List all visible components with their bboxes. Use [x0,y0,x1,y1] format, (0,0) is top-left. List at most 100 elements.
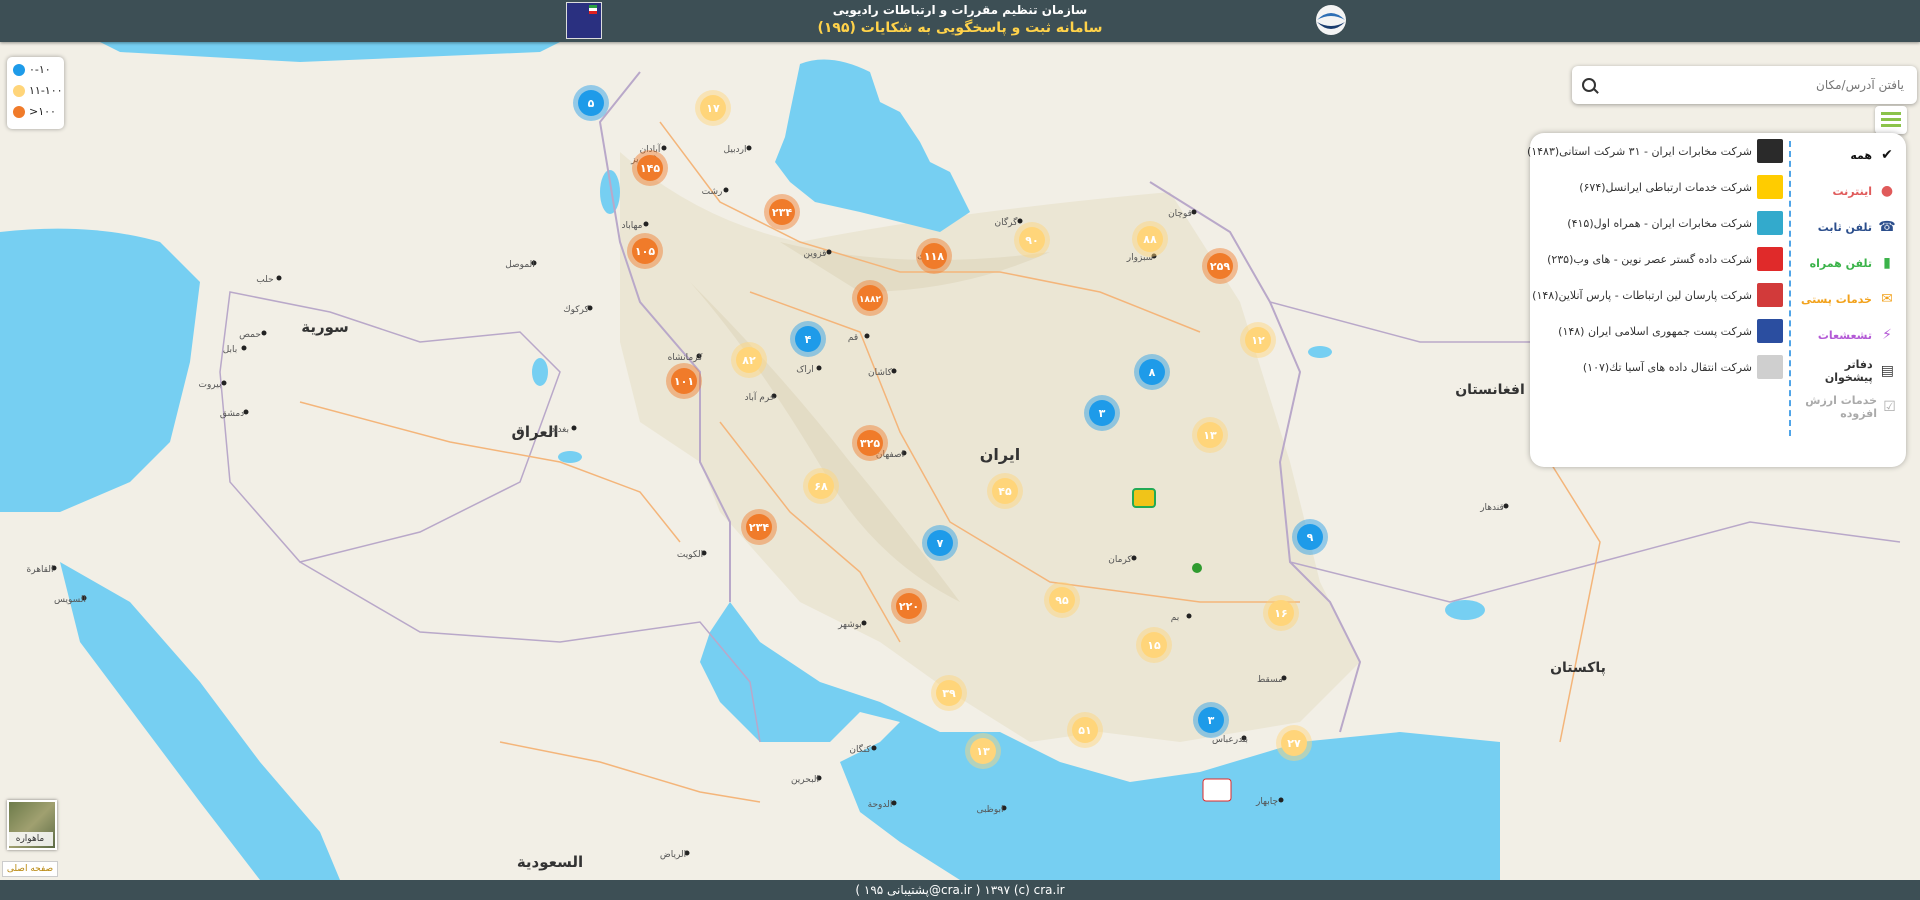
city-dot [1131,555,1137,561]
cluster-marker[interactable]: ۹۰ [1014,222,1050,258]
category-label: تلفن همراه [1809,256,1872,270]
category-label: تشعشعات [1817,328,1872,342]
cluster-marker[interactable]: ۱۳ [965,733,1001,769]
operator-item[interactable]: شرکت مخابرات ایران - همراه اول(۴۱۵) [1535,209,1783,237]
cluster-marker[interactable]: ۱۸۸۲ [852,280,888,316]
operator-item[interactable]: شرکت داده گستر عصر نوین - های وب(۲۳۵) [1535,245,1783,273]
cluster-count: ۷ [937,537,944,550]
cluster-marker[interactable]: ۲۷ [1276,725,1312,761]
cluster-marker[interactable]: ۴۵ [987,473,1023,509]
bolt-icon: ⚡ [1882,327,1892,343]
operator-item[interactable]: شرکت مخابرات ایران - ۳۱ شرکت استانی(۱۴۸۳… [1527,137,1783,165]
cluster-marker[interactable]: ۱۶ [1263,595,1299,631]
operator-item[interactable]: شرکت پست جمهوری اسلامی ایران (۱۴۸) [1535,317,1783,345]
operator-logo [1757,139,1783,163]
cluster-marker[interactable]: ۵ [573,85,609,121]
legend-dot-mid [13,85,25,97]
cluster-marker[interactable]: ۳۹ [931,675,967,711]
city-label: السويس [54,595,86,605]
category-phone[interactable]: ☎ تلفن ثابت [1796,213,1896,241]
cluster-marker[interactable]: ۱۱۸ [916,238,952,274]
city-dot [891,368,897,374]
city-dot [643,221,649,227]
category-id-card[interactable]: ▤ دفاتر پیشخوان [1796,357,1896,385]
hiweb-poi-icon[interactable] [1202,778,1232,802]
operator-item[interactable]: شرکت پارسان لین ارتباطات - پارس آنلاین(۱… [1532,281,1783,309]
cluster-marker[interactable]: ۲۳۴ [741,509,777,545]
city-dot [746,145,752,151]
cluster-count: ۲۵۹ [1210,260,1230,273]
cluster-count: ۱۴۵ [640,162,660,175]
cluster-marker[interactable]: ۸۸ [1132,221,1168,257]
header-bar: سازمان تنظیم مقررات و ارتباطات رادیویی س… [0,0,1920,42]
city-label: بابل [223,345,238,355]
irancell-poi-icon[interactable] [1132,488,1156,508]
operator-logo [1757,283,1783,307]
category-bolt[interactable]: ⚡ تشعشعات [1796,321,1896,349]
city-dot [571,425,577,431]
search-icon[interactable] [1582,78,1596,92]
cluster-marker[interactable]: ۱۵ [1136,627,1172,663]
cluster-marker[interactable]: ۲۲۰ [891,588,927,624]
system-title: سامانه ثبت و پاسخگویی به شکایات (۱۹۵) [817,20,1103,36]
cluster-marker[interactable]: ۱۲ [1240,322,1276,358]
city-dot [816,365,822,371]
legend-label: ۱۱-۱۰۰ [29,84,63,97]
cluster-marker[interactable]: ۳۲۵ [852,425,888,461]
cluster-marker[interactable]: ۳ [1193,702,1229,738]
city-dot [864,333,870,339]
cluster-count: ۱۰۱ [674,375,694,388]
category-label: همه [1850,148,1872,162]
category-check[interactable]: ✔ همه [1796,141,1896,169]
category-label: تلفن ثابت [1817,220,1872,234]
cluster-marker[interactable]: ۱۰۱ [666,363,702,399]
category-envelope[interactable]: ✉ خدمات پستی [1796,285,1896,313]
city-label: چابهار [1255,797,1278,807]
cluster-marker[interactable]: ۹ [1292,519,1328,555]
category-mobile[interactable]: ▮ تلفن همراه [1796,249,1896,277]
cluster-marker[interactable]: ۹۵ [1044,582,1080,618]
home-page-link[interactable]: صفحه اصلی [2,861,58,877]
operator-label: شرکت مخابرات ایران - ۳۱ شرکت استانی(۱۴۸۳… [1526,144,1752,158]
city-dot [1186,613,1192,619]
panel-divider [1789,141,1791,436]
cluster-marker[interactable]: ۸ [1134,354,1170,390]
cluster-marker[interactable]: ۵۱ [1067,712,1103,748]
menu-toggle-button[interactable] [1875,106,1907,134]
cluster-marker[interactable]: ۱۳ [1192,417,1228,453]
cluster-count: ۱۱۸ [924,250,944,263]
operator-item[interactable]: شرکت خدمات ارتباطی ایرانسل(۶۷۴) [1535,173,1783,201]
country-label: السعودية [517,853,583,871]
city-label: گرگان [995,216,1019,228]
location-search [1572,66,1917,104]
legend-item-high: >۱۰۰ [13,105,56,121]
cluster-marker[interactable]: ۸۲ [731,342,767,378]
search-input[interactable] [1602,72,1906,98]
city-label: كركوك [563,305,589,315]
cluster-marker[interactable]: ۲۳۴ [764,194,800,230]
cluster-marker[interactable]: ۷ [922,525,958,561]
city-label: کرمانشاه [668,353,704,363]
city-dot [221,380,227,386]
city-label: الدوحة [868,800,893,810]
cluster-marker[interactable]: ۱۴۵ [632,150,668,186]
category-label: دفاتر پیشخوان [1824,358,1873,384]
cluster-count: ۲۳۴ [772,206,792,219]
cluster-marker[interactable]: ۶۸ [803,468,839,504]
cluster-marker[interactable]: ۱۷ [695,90,731,126]
cluster-marker[interactable]: ۴ [790,321,826,357]
category-globe[interactable]: ● اینترنت [1796,177,1896,205]
cluster-count: ۱۷ [706,102,720,115]
cluster-count: ۸۲ [742,354,756,367]
tree-poi-icon [1192,563,1202,573]
cluster-marker[interactable]: ۱۰۵ [627,233,663,269]
city-label: مهاباد [622,221,643,231]
cluster-count: ۲۳۴ [749,521,769,534]
cluster-marker[interactable]: ۲۵۹ [1202,248,1238,284]
filter-panel: ✔ همه ● اینترنت ☎ تلفن ثابت ▮ تلفن همراه ✉ خدمات … [1527,133,1906,467]
category-checkbox[interactable]: ☑ خدمات ارزش افزوده [1796,393,1896,421]
city-label: ابوظبی [976,805,1003,815]
operator-item[interactable]: شرکت انتقال داده های آسیا تك(۱۰۷) [1535,353,1783,381]
operator-label: شرکت مخابرات ایران - همراه اول(۴۱۵) [1567,216,1752,230]
cluster-marker[interactable]: ۳ [1084,395,1120,431]
